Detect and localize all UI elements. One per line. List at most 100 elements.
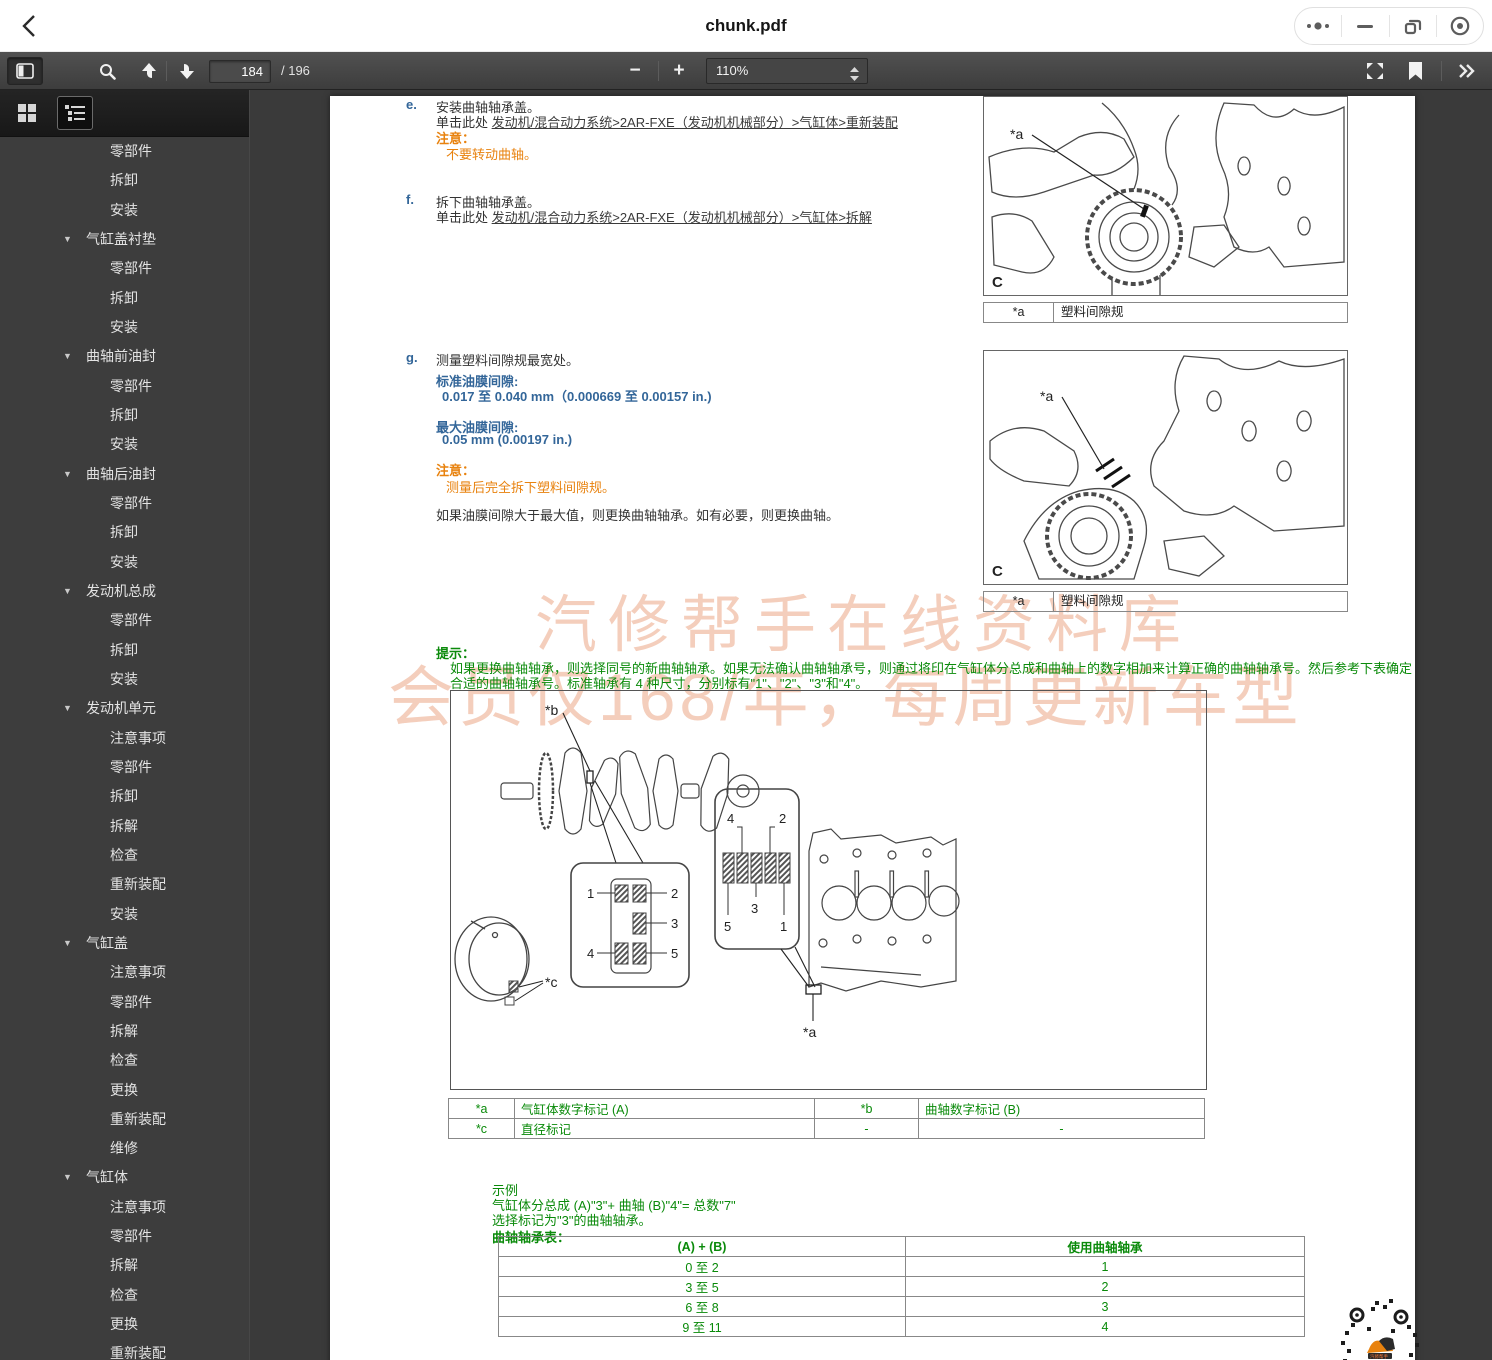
outline-item[interactable]: 拆解 bbox=[0, 1251, 249, 1280]
outline-item[interactable]: 拆卸 bbox=[0, 782, 249, 811]
outline-item[interactable]: 安装 bbox=[0, 430, 249, 459]
step-f-link[interactable]: 发动机/混合动力系统>2AR-FXE（发动机机械部分）>气缸体>拆解 bbox=[492, 210, 872, 225]
bookmark-icon bbox=[1408, 61, 1422, 80]
engine-line-art: *a C bbox=[989, 355, 1345, 580]
outline-item[interactable]: 拆卸 bbox=[0, 636, 249, 665]
outline-item[interactable]: 零部件 bbox=[0, 372, 249, 401]
outline-item[interactable]: ▼ 气缸盖 bbox=[0, 929, 249, 958]
pdf-viewer-area[interactable]: 汽修帮手在线资料库 会员仅168/年，每周更新车型 e. 安装曲轴轴承盖。 单击… bbox=[251, 90, 1492, 1360]
outline-item-label: 拆解 bbox=[110, 1257, 138, 1274]
outline-item[interactable]: ▼ 曲轴后油封 bbox=[0, 460, 249, 489]
toolbar-divider bbox=[166, 61, 167, 81]
arrow-down-icon bbox=[180, 64, 194, 79]
caret-down-icon[interactable]: ▼ bbox=[63, 225, 72, 254]
outline-item[interactable]: ▼ 发动机总成 bbox=[0, 577, 249, 606]
caret-down-icon[interactable]: ▼ bbox=[63, 1163, 72, 1192]
mark-key: *a bbox=[448, 1098, 515, 1119]
outline-item-label: 拆卸 bbox=[110, 524, 138, 541]
outline-item[interactable]: 重新装配 bbox=[0, 870, 249, 899]
outline-item[interactable]: 检查 bbox=[0, 1046, 249, 1075]
page-down-button[interactable] bbox=[174, 52, 200, 90]
outline-item[interactable]: 拆卸 bbox=[0, 166, 249, 195]
caret-down-icon[interactable]: ▼ bbox=[63, 342, 72, 371]
outline-item[interactable]: 拆卸 bbox=[0, 518, 249, 547]
table-row: 6 至 8 3 bbox=[498, 1296, 1305, 1317]
outline-item[interactable]: 安装 bbox=[0, 548, 249, 577]
thumbnails-view-button[interactable] bbox=[9, 96, 45, 130]
outline-view-button[interactable] bbox=[57, 96, 93, 130]
caret-down-icon[interactable]: ▼ bbox=[63, 577, 72, 606]
outline-item[interactable]: 零部件 bbox=[0, 606, 249, 635]
outline-item[interactable]: ▼ 曲轴前油封 bbox=[0, 342, 249, 371]
outline-item[interactable]: 拆解 bbox=[0, 1017, 249, 1046]
outline-item[interactable]: ▼ 气缸盖衬垫 bbox=[0, 225, 249, 254]
outline-item[interactable]: 重新装配 bbox=[0, 1339, 249, 1360]
outline-item-label: 气缸体 bbox=[86, 1169, 128, 1186]
outline-item[interactable]: 检查 bbox=[0, 841, 249, 870]
bookmark-button[interactable] bbox=[1402, 52, 1428, 90]
outline-item[interactable]: 零部件 bbox=[0, 137, 249, 166]
outline-item[interactable]: 零部件 bbox=[0, 753, 249, 782]
step-e-link[interactable]: 发动机/混合动力系统>2AR-FXE（发动机机械部分）>气缸体>重新装配 bbox=[492, 115, 898, 130]
outline-item[interactable]: 安装 bbox=[0, 313, 249, 342]
outline-item[interactable]: 检查 bbox=[0, 1281, 249, 1310]
zoom-in-button[interactable]: + bbox=[666, 52, 692, 90]
outline-item[interactable]: ▼ 发动机单元 bbox=[0, 694, 249, 723]
outline-item-label: 重新装配 bbox=[110, 1110, 166, 1127]
page-up-button[interactable] bbox=[136, 52, 162, 90]
outline-item[interactable]: ▼ 气缸体 bbox=[0, 1163, 249, 1192]
caret-down-icon[interactable]: ▼ bbox=[63, 694, 72, 723]
zoom-out-button[interactable]: − bbox=[622, 52, 648, 90]
caret-down-icon[interactable]: ▼ bbox=[63, 460, 72, 489]
caret-down-icon[interactable]: ▼ bbox=[63, 929, 72, 958]
sidebar-toggle-button[interactable] bbox=[7, 57, 43, 85]
outline-item[interactable]: 零部件 bbox=[0, 988, 249, 1017]
outline-item[interactable]: 拆卸 bbox=[0, 284, 249, 313]
engine-line-art: *a C bbox=[988, 102, 1345, 295]
sidebar: 零部件 拆卸 安装 ▼ 气缸盖衬垫 零部件 拆卸 安装 ▼ 曲轴前油封 零部件 拆卸 安装 ▼ 曲轴后油封零… bbox=[0, 90, 250, 1360]
outline-item[interactable]: 拆卸 bbox=[0, 401, 249, 430]
page-number-input[interactable] bbox=[209, 60, 271, 83]
record-icon bbox=[1450, 16, 1470, 36]
caption-key: *a bbox=[984, 592, 1054, 611]
outline-item[interactable]: 更换 bbox=[0, 1310, 249, 1339]
document-title: chunk.pdf bbox=[705, 16, 787, 35]
outline-item[interactable]: 安装 bbox=[0, 900, 249, 929]
outline-item[interactable]: 零部件 bbox=[0, 1222, 249, 1251]
table-row: 3 至 5 2 bbox=[498, 1276, 1305, 1297]
diagram-label-b: *b bbox=[545, 702, 558, 718]
arrow-up-icon bbox=[142, 63, 156, 78]
outline-item-label: 零部件 bbox=[110, 758, 152, 775]
float-window-button[interactable] bbox=[1390, 8, 1436, 44]
zoom-level-select[interactable]: 110% bbox=[706, 58, 868, 84]
outline-item[interactable]: 零部件 bbox=[0, 489, 249, 518]
outline-item[interactable]: 零部件 bbox=[0, 254, 249, 283]
outline-item[interactable]: 更换 bbox=[0, 1076, 249, 1105]
record-button[interactable] bbox=[1437, 8, 1483, 44]
presentation-mode-button[interactable] bbox=[1361, 52, 1389, 90]
outline-item-label: 零部件 bbox=[110, 494, 152, 511]
outline-item[interactable]: 注意事项 bbox=[0, 1193, 249, 1222]
figure1-callout-label: *a bbox=[1010, 126, 1023, 142]
more-options-button[interactable] bbox=[1295, 8, 1341, 44]
outline-item[interactable]: 重新装配 bbox=[0, 1105, 249, 1134]
col-header-bearing: 使用曲轴轴承 bbox=[905, 1236, 1305, 1257]
outline-item-label: 拆解 bbox=[110, 817, 138, 834]
spec2-value: 0.05 mm (0.00197 in.) bbox=[442, 432, 573, 447]
outline-item[interactable]: 安装 bbox=[0, 196, 249, 225]
minimize-icon bbox=[1357, 25, 1374, 28]
outline-item[interactable]: 注意事项 bbox=[0, 958, 249, 987]
range-cell: 6 至 8 bbox=[498, 1296, 906, 1317]
more-tools-button[interactable] bbox=[1450, 52, 1484, 90]
outline-item-label: 维修 bbox=[110, 1140, 138, 1157]
outline-item[interactable]: 拆解 bbox=[0, 812, 249, 841]
minimize-button[interactable] bbox=[1342, 8, 1388, 44]
outline-item-label: 零部件 bbox=[110, 143, 152, 159]
outline-item[interactable]: 安装 bbox=[0, 665, 249, 694]
outline-item[interactable]: 维修 bbox=[0, 1134, 249, 1163]
mark-key: *b bbox=[814, 1098, 919, 1119]
search-button[interactable] bbox=[94, 52, 120, 90]
outline-item[interactable]: 注意事项 bbox=[0, 724, 249, 753]
outline-item-label: 安装 bbox=[110, 670, 138, 687]
bearing-selection-table: (A) + (B) 使用曲轴轴承 0 至 2 1 3 至 5 2 6 至 8 3… bbox=[498, 1236, 1305, 1337]
